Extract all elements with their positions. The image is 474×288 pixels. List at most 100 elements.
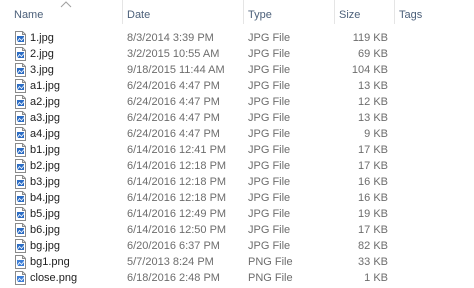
file-name: a2.jpg [30, 96, 60, 108]
jpg-file-icon [15, 31, 26, 45]
file-date: 6/24/2016 4:47 PM [127, 80, 220, 92]
file-type: JPG File [248, 80, 291, 92]
file-size: 13 KB [358, 80, 388, 92]
file-size: 19 KB [358, 208, 388, 220]
jpg-file-icon [15, 175, 26, 189]
column-header-name[interactable]: Name [10, 0, 122, 24]
file-size: 13 KB [358, 112, 388, 124]
file-name: a3.jpg [30, 112, 60, 124]
file-size: 17 KB [358, 144, 388, 156]
file-size: 9 KB [364, 128, 388, 140]
file-name: bg.jpg [30, 240, 60, 252]
file-size: 12 KB [358, 96, 388, 108]
file-date: 6/14/2016 12:18 PM [127, 160, 227, 172]
file-size: 69 KB [358, 48, 388, 60]
column-header-tags[interactable]: Tags [394, 0, 474, 24]
file-name: b1.jpg [30, 144, 60, 156]
file-row[interactable]: 2.jpg 3/2/2015 10:55 AM JPG File 69 KB [0, 46, 474, 62]
file-date: 6/14/2016 12:50 PM [127, 224, 227, 236]
file-size: 104 KB [351, 64, 388, 76]
file-type: JPG File [248, 160, 291, 172]
file-name: bg1.png [30, 256, 70, 268]
file-type: JPG File [248, 240, 291, 252]
file-name: b5.jpg [30, 208, 60, 220]
jpg-file-icon [15, 95, 26, 109]
file-name: b2.jpg [30, 160, 60, 172]
column-header-size[interactable]: Size [334, 0, 393, 24]
file-date: 6/20/2016 6:37 PM [127, 240, 220, 252]
file-name: b6.jpg [30, 224, 60, 236]
file-name: close.png [30, 272, 78, 284]
file-size: 33 KB [358, 256, 388, 268]
file-type: JPG File [248, 32, 291, 44]
file-date: 6/24/2016 4:47 PM [127, 128, 220, 140]
column-header-bar: Name Date Type Size Tags [0, 0, 474, 25]
file-type: JPG File [248, 176, 291, 188]
png-file-icon [15, 255, 26, 269]
file-row[interactable]: b5.jpg 6/14/2016 12:49 PM JPG File 19 KB [0, 206, 474, 222]
file-row[interactable]: b4.jpg 6/14/2016 12:18 PM JPG File 16 KB [0, 190, 474, 206]
file-name: a1.jpg [30, 80, 60, 92]
jpg-file-icon [15, 47, 26, 61]
file-type: JPG File [248, 144, 291, 156]
file-date: 6/18/2016 2:48 PM [127, 272, 220, 284]
file-row[interactable]: b6.jpg 6/14/2016 12:50 PM JPG File 17 KB [0, 222, 474, 238]
jpg-file-icon [15, 127, 26, 141]
file-row[interactable]: b2.jpg 6/14/2016 12:18 PM JPG File 17 KB [0, 158, 474, 174]
file-size: 82 KB [358, 240, 388, 252]
file-size: 17 KB [358, 160, 388, 172]
file-date: 6/14/2016 12:18 PM [127, 192, 227, 204]
jpg-file-icon [15, 223, 26, 237]
file-date: 6/24/2016 4:47 PM [127, 96, 220, 108]
file-type: JPG File [248, 48, 291, 60]
jpg-file-icon [15, 143, 26, 157]
jpg-file-icon [15, 79, 26, 93]
file-row[interactable]: a2.jpg 6/24/2016 4:47 PM JPG File 12 KB [0, 94, 474, 110]
file-size: 16 KB [358, 176, 388, 188]
file-name: 1.jpg [30, 32, 54, 44]
jpg-file-icon [15, 111, 26, 125]
file-row[interactable]: b1.jpg 6/14/2016 12:41 PM JPG File 17 KB [0, 142, 474, 158]
file-row[interactable]: a3.jpg 6/24/2016 4:47 PM JPG File 13 KB [0, 110, 474, 126]
file-row[interactable]: a1.jpg 6/24/2016 4:47 PM JPG File 13 KB [0, 78, 474, 94]
file-name: b4.jpg [30, 192, 60, 204]
file-date: 3/2/2015 10:55 AM [127, 48, 220, 60]
column-header-type[interactable]: Type [243, 0, 333, 24]
file-row[interactable]: 1.jpg 8/3/2014 3:39 PM JPG File 119 KB [0, 30, 474, 46]
file-row[interactable]: b3.jpg 6/14/2016 12:18 PM JPG File 16 KB [0, 174, 474, 190]
file-type: JPG File [248, 112, 291, 124]
file-date: 6/14/2016 12:49 PM [127, 208, 227, 220]
file-row[interactable]: bg.jpg 6/20/2016 6:37 PM JPG File 82 KB [0, 238, 474, 254]
column-header-date[interactable]: Date [122, 0, 242, 24]
file-type: PNG File [248, 256, 293, 268]
file-row[interactable]: 3.jpg 9/18/2015 11:44 AM JPG File 104 KB [0, 62, 474, 78]
file-name: b3.jpg [30, 176, 60, 188]
jpg-file-icon [15, 239, 26, 253]
file-type: JPG File [248, 192, 291, 204]
file-size: 16 KB [358, 192, 388, 204]
file-size: 1 KB [364, 272, 388, 284]
file-row[interactable]: bg1.png 5/7/2013 8:24 PM PNG File 33 KB [0, 254, 474, 270]
file-row[interactable]: close.png 6/18/2016 2:48 PM PNG File 1 KB [0, 270, 474, 286]
file-type: PNG File [248, 272, 293, 284]
file-size: 17 KB [358, 224, 388, 236]
file-type: JPG File [248, 224, 291, 236]
file-type: JPG File [248, 128, 291, 140]
jpg-file-icon [15, 159, 26, 173]
file-date: 6/14/2016 12:18 PM [127, 176, 227, 188]
file-date: 8/3/2014 3:39 PM [127, 32, 214, 44]
jpg-file-icon [15, 207, 26, 221]
file-date: 6/14/2016 12:41 PM [127, 144, 227, 156]
file-size: 119 KB [352, 32, 388, 44]
file-name: 3.jpg [30, 64, 54, 76]
jpg-file-icon [15, 191, 26, 205]
file-name: a4.jpg [30, 128, 60, 140]
file-date: 5/7/2013 8:24 PM [127, 256, 214, 268]
file-row[interactable]: a4.jpg 6/24/2016 4:47 PM JPG File 9 KB [0, 126, 474, 142]
file-type: JPG File [248, 96, 291, 108]
jpg-file-icon [15, 63, 26, 77]
file-date: 6/24/2016 4:47 PM [127, 112, 220, 124]
file-type: JPG File [248, 208, 291, 220]
file-date: 9/18/2015 11:44 AM [127, 64, 225, 76]
file-type: JPG File [248, 64, 291, 76]
